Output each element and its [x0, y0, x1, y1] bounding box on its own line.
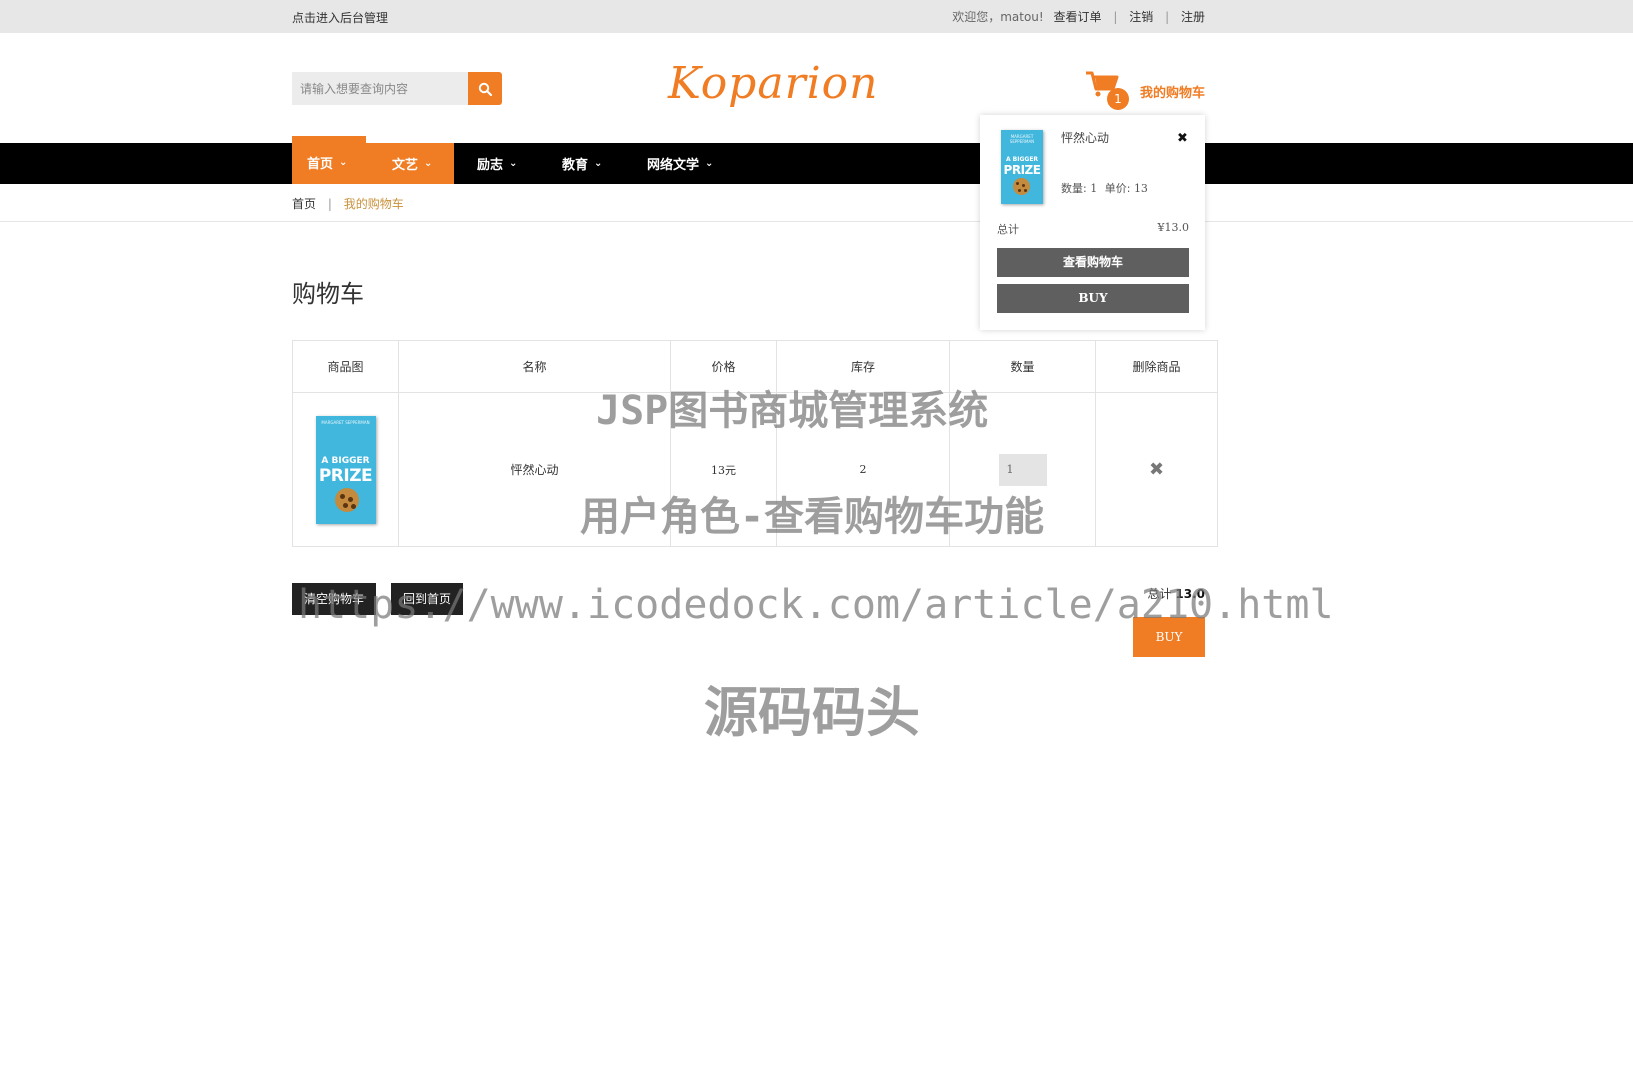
watermark-text: 源码码头 — [704, 681, 920, 744]
nav-item-education[interactable]: 教育 ⌄ — [562, 143, 602, 184]
site-logo[interactable]: Koparion — [668, 58, 879, 109]
breadcrumb-home[interactable]: 首页 — [292, 197, 316, 211]
quantity-input[interactable] — [998, 453, 1047, 486]
mini-cart-book-image[interactable]: MARGARET SEPPERMAN A BIGGER PRIZE — [1001, 130, 1043, 204]
welcome-text: 欢迎您，matou! — [952, 10, 1044, 24]
column-header-image: 商品图 — [292, 340, 399, 393]
watermark-text: https://www.icodedock.com/article/a210.h… — [298, 582, 1334, 628]
cart-count-badge: 1 — [1107, 88, 1129, 110]
nav-label: 文艺 — [392, 158, 419, 173]
search-button[interactable] — [468, 72, 502, 105]
product-image-cell: MARGARET SEPPERMAN A BIGGER PRIZE — [292, 392, 399, 547]
breadcrumb-current: 我的购物车 — [343, 197, 404, 211]
top-bar: 点击进入后台管理 欢迎您，matou! 查看订单 | 注销 | 注册 — [0, 0, 1633, 33]
nav-label: 教育 — [562, 158, 589, 173]
book-author: MARGARET SEPPERMAN — [321, 419, 370, 425]
nav-label: 首页 — [307, 156, 334, 172]
qty-value: 1 — [1090, 182, 1098, 195]
mini-cart-total-value: ¥13.0 — [1157, 221, 1190, 234]
chevron-down-icon: ⌄ — [594, 158, 603, 169]
mini-cart-buy-button[interactable]: BUY — [997, 284, 1189, 313]
unit-price-label: 单价: — [1104, 182, 1131, 195]
orders-link[interactable]: 查看订单 — [1054, 8, 1102, 25]
breadcrumb: 首页 | 我的购物车 — [292, 195, 404, 212]
search-input[interactable] — [292, 72, 468, 105]
chevron-down-icon: ⌄ — [339, 156, 348, 168]
nav-label: 励志 — [477, 158, 504, 173]
close-icon[interactable]: ✖ — [1177, 131, 1188, 146]
book-author: MARGARET SEPPERMAN — [1009, 134, 1035, 144]
cookie-illustration — [1013, 178, 1030, 195]
search-icon — [478, 82, 492, 96]
cookie-illustration — [334, 487, 359, 512]
chevron-down-icon: ⌄ — [509, 158, 518, 169]
delete-item-icon[interactable]: ✖ — [1149, 459, 1164, 480]
admin-link[interactable]: 点击进入后台管理 — [292, 9, 388, 26]
user-links: 欢迎您，matou! 查看订单 | 注销 | 注册 — [952, 8, 1205, 25]
book-title-line1: A BIGGER — [321, 455, 370, 466]
nav-item-literature[interactable]: 文艺 ⌄ — [392, 143, 432, 184]
watermark-text: 用户角色-查看购物车功能 — [580, 494, 1045, 540]
chevron-down-icon: ⌄ — [424, 158, 433, 169]
delete-cell: ✖ — [1095, 392, 1218, 547]
separator: | — [1165, 10, 1170, 24]
nav-label: 网络文学 — [647, 158, 700, 173]
view-cart-button[interactable]: 查看购物车 — [997, 248, 1189, 277]
book-cover-image[interactable]: MARGARET SEPPERMAN A BIGGER PRIZE — [315, 415, 376, 524]
qty-label: 数量: — [1061, 182, 1087, 195]
header-cart[interactable]: 1 我的购物车 — [1085, 70, 1205, 110]
register-link[interactable]: 注册 — [1181, 8, 1205, 25]
nav-item-inspiration[interactable]: 励志 ⌄ — [477, 143, 517, 184]
book-title-line2: PRIZE — [318, 465, 373, 486]
search-bar — [292, 72, 502, 105]
chevron-down-icon: ⌄ — [705, 158, 714, 169]
unit-price-value: 13 — [1133, 182, 1148, 195]
divider — [0, 221, 1633, 222]
column-header-delete: 删除商品 — [1095, 340, 1218, 393]
watermark-text: JSP图书商城管理系统 — [596, 388, 989, 434]
separator: | — [1113, 10, 1118, 24]
mini-cart-total-label: 总计 — [997, 223, 1019, 236]
logout-link[interactable]: 注销 — [1129, 8, 1153, 25]
nav-item-web-literature[interactable]: 网络文学 ⌄ — [647, 143, 713, 184]
main-nav: 首页 ⌄ 文艺 ⌄ 励志 ⌄ 教育 ⌄ 网络文学 ⌄ — [0, 143, 1633, 184]
mini-cart-item-name[interactable]: 怦然心动 — [1061, 129, 1109, 146]
page-title: 购物车 — [292, 280, 364, 308]
book-title-line1: A BIGGER — [1005, 156, 1039, 163]
cart-label[interactable]: 我的购物车 — [1140, 82, 1205, 101]
mini-cart-item-qty: 数量: 1 单价: 13 — [1061, 180, 1148, 196]
breadcrumb-separator: | — [327, 197, 332, 211]
book-title-line2: PRIZE — [1003, 163, 1041, 177]
mini-cart-dropdown: MARGARET SEPPERMAN A BIGGER PRIZE 怦然心动 ✖… — [980, 115, 1205, 330]
